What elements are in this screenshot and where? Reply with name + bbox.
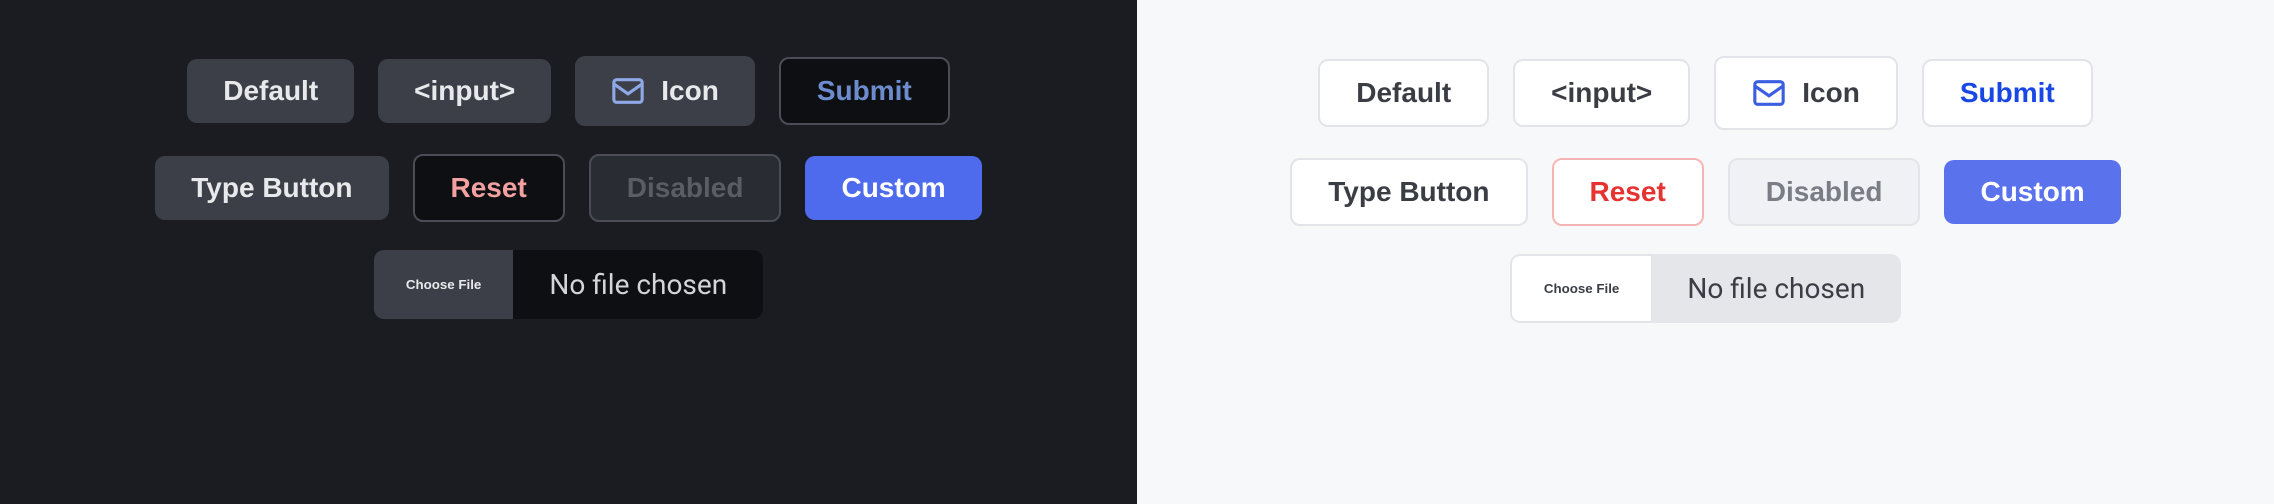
button-row-2: Type Button Reset Disabled Custom — [1290, 158, 2120, 226]
mail-icon — [611, 74, 645, 108]
reset-button[interactable]: Reset — [413, 154, 565, 222]
button-row-1: Default <input> Icon Submit — [187, 56, 949, 126]
button-row-2: Type Button Reset Disabled Custom — [155, 154, 981, 222]
input-button[interactable]: <input> — [378, 59, 551, 123]
custom-button[interactable]: Custom — [1944, 160, 2120, 224]
file-row: Choose File No file chosen — [374, 250, 763, 319]
submit-button[interactable]: Submit — [1922, 59, 2093, 127]
file-input[interactable]: Choose File No file chosen — [374, 250, 763, 319]
type-button[interactable]: Type Button — [155, 156, 388, 220]
mail-icon — [1752, 76, 1786, 110]
custom-button[interactable]: Custom — [805, 156, 981, 220]
light-theme-panel: Default <input> Icon Submit Type Button … — [1137, 0, 2274, 504]
file-input[interactable]: Choose File No file chosen — [1510, 254, 1901, 323]
file-status-label: No file chosen — [1651, 254, 1901, 323]
type-button[interactable]: Type Button — [1290, 158, 1527, 226]
file-status-label: No file chosen — [513, 250, 763, 319]
default-button[interactable]: Default — [1318, 59, 1489, 127]
icon-button[interactable]: Icon — [1714, 56, 1898, 130]
reset-button[interactable]: Reset — [1552, 158, 1704, 226]
dark-theme-panel: Default <input> Icon Submit Type Button … — [0, 0, 1137, 504]
submit-button[interactable]: Submit — [779, 57, 950, 125]
file-row: Choose File No file chosen — [1510, 254, 1901, 323]
icon-button-label: Icon — [661, 77, 719, 105]
button-row-1: Default <input> Icon Submit — [1318, 56, 2092, 130]
input-button[interactable]: <input> — [1513, 59, 1690, 127]
icon-button[interactable]: Icon — [575, 56, 755, 126]
disabled-button: Disabled — [1728, 158, 1921, 226]
disabled-button: Disabled — [589, 154, 782, 222]
icon-button-label: Icon — [1802, 79, 1860, 107]
choose-file-button[interactable]: Choose File — [1510, 254, 1652, 323]
choose-file-button[interactable]: Choose File — [374, 250, 514, 319]
default-button[interactable]: Default — [187, 59, 354, 123]
